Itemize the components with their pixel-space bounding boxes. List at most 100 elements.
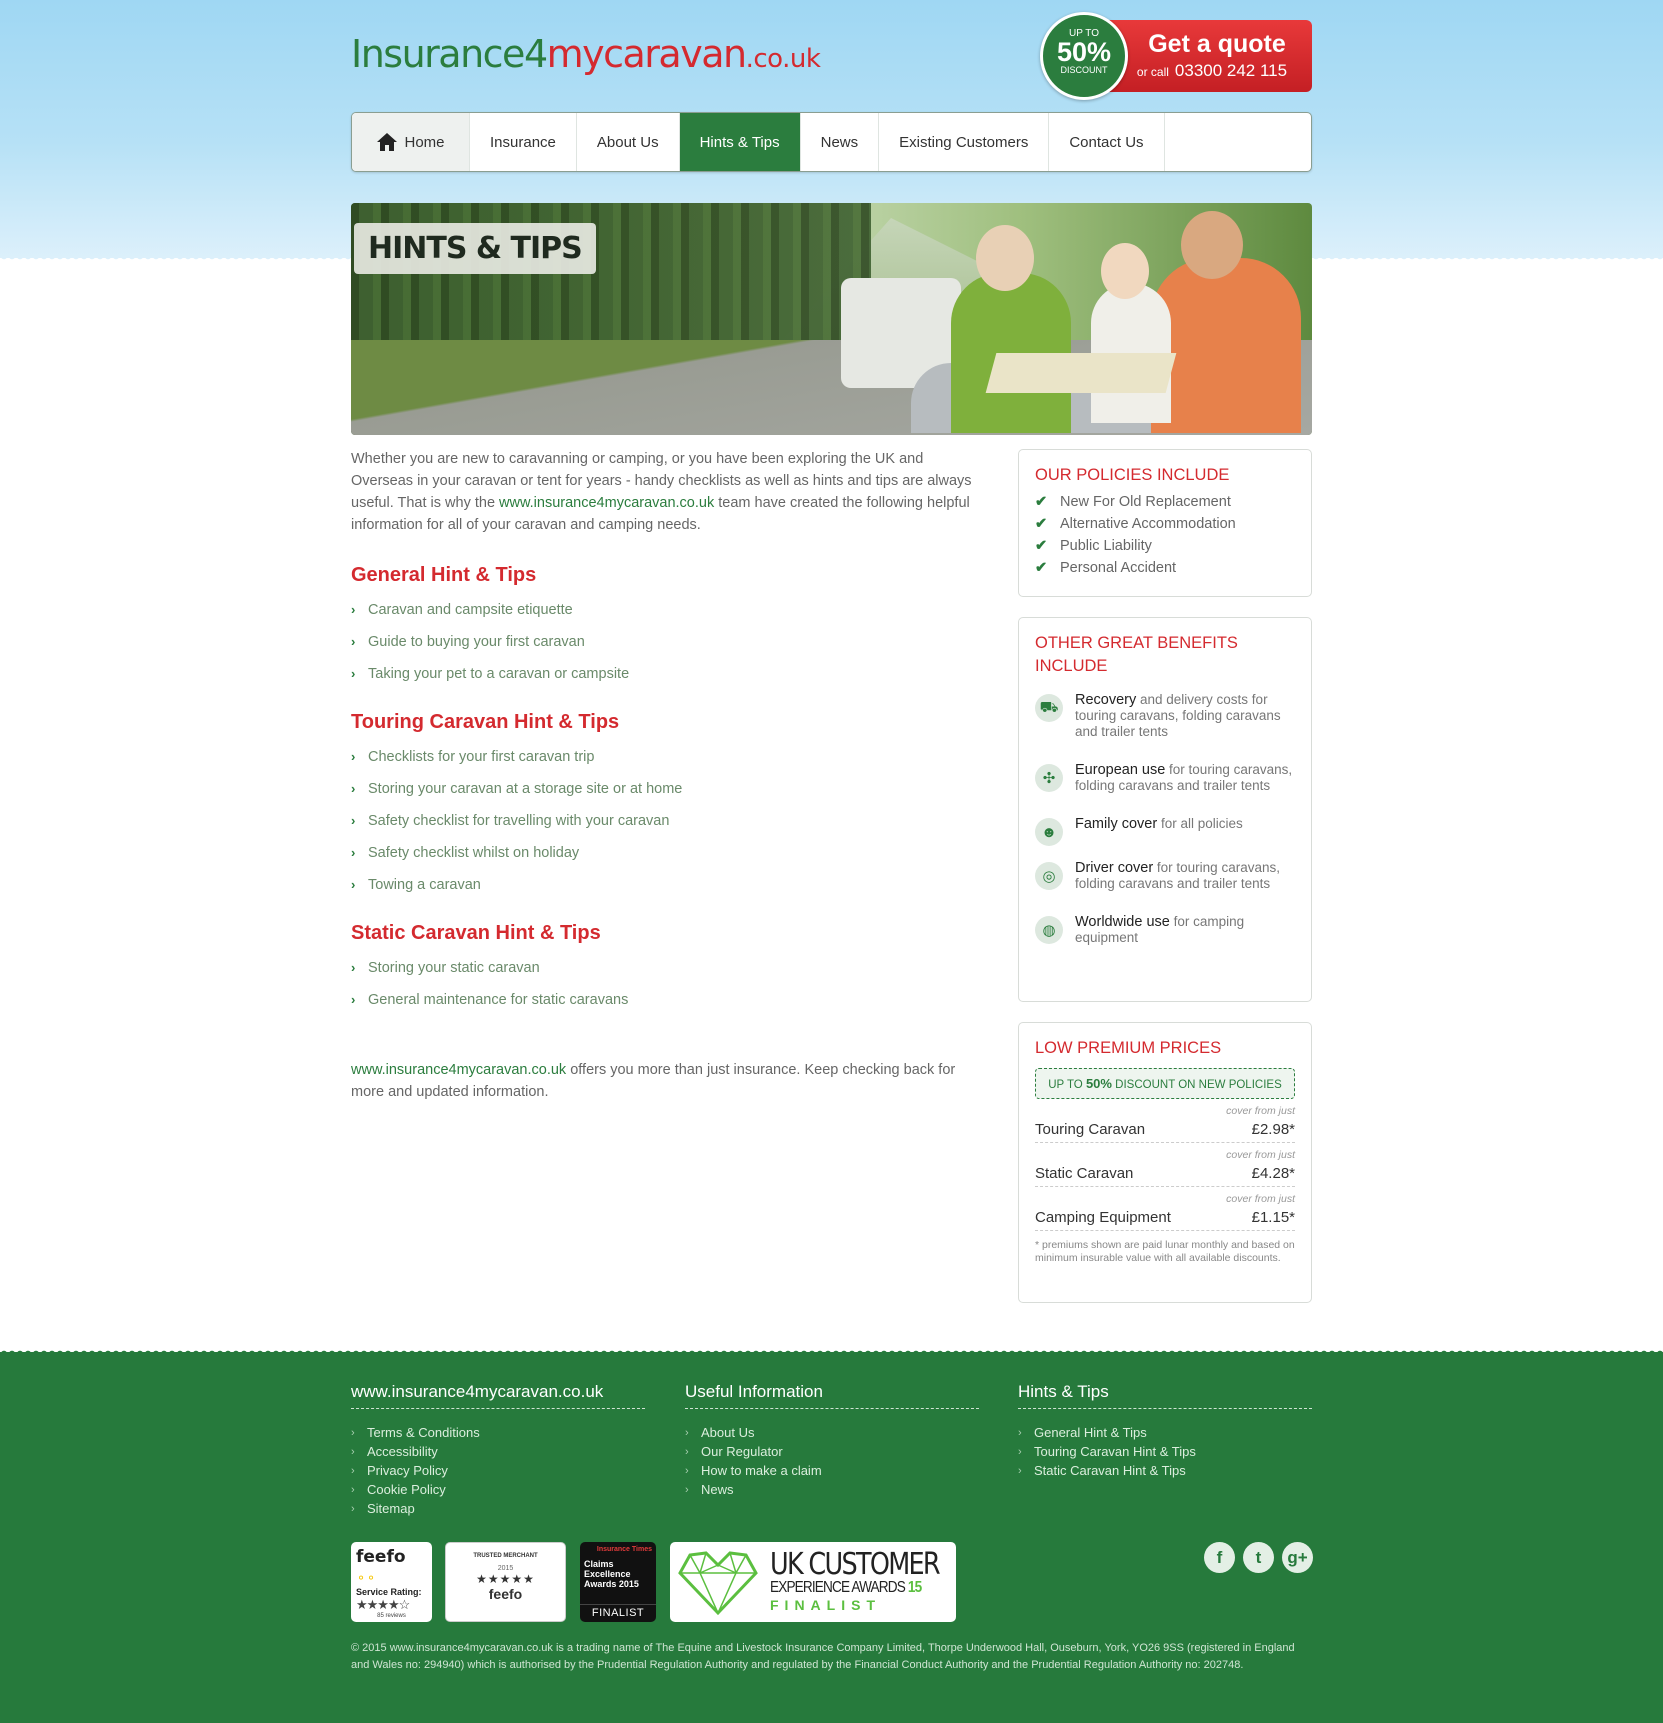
tip-label: Caravan and campsite etiquette — [368, 602, 573, 618]
tip-link[interactable]: › Storing your static caravan — [351, 959, 981, 991]
footer-link[interactable]: › Static Caravan Hint & Tips — [1018, 1461, 1312, 1480]
chevron-right-icon: › — [351, 1445, 355, 1458]
discount-badge: UP TO 50% DISCOUNT — [1040, 12, 1128, 100]
google-plus-icon[interactable]: g+ — [1282, 1542, 1313, 1573]
chevron-right-icon: › — [351, 602, 356, 617]
footer-col-site: www.insurance4mycaravan.co.uk › Terms & C… — [351, 1382, 645, 1518]
footer-link[interactable]: › Terms & Conditions — [351, 1423, 645, 1442]
footer-link[interactable]: › News — [685, 1480, 979, 1499]
chevron-right-icon: › — [1018, 1445, 1022, 1458]
nav-item-about-us[interactable]: About Us — [577, 113, 680, 171]
facebook-icon[interactable]: f — [1204, 1542, 1235, 1573]
benefit-item: ⛟ Recovery and delivery costs for tourin… — [1035, 692, 1295, 740]
hero-banner: HINTS & TIPS — [351, 203, 1312, 435]
tip-link[interactable]: › Safety checklist for travelling with yo… — [351, 812, 981, 844]
intro-site-link[interactable]: www.insurance4mycaravan.co.uk — [499, 495, 714, 511]
nav-label: Insurance — [490, 133, 556, 151]
footer-link[interactable]: › How to make a claim — [685, 1461, 979, 1480]
check-icon: ✔ — [1035, 538, 1048, 554]
family-icon: ☻ — [1035, 818, 1063, 846]
benefit-text: Worldwide use for camping equipment — [1075, 914, 1295, 946]
footer-link[interactable]: › About Us — [685, 1423, 979, 1442]
footer-link[interactable]: › Touring Caravan Hint & Tips — [1018, 1442, 1312, 1461]
tip-link[interactable]: › Taking your pet to a caravan or campsit… — [351, 665, 981, 697]
footer-links: › About Us › Our Regulator › How to make a … — [685, 1423, 979, 1499]
benefit-heading: Worldwide use — [1075, 914, 1170, 930]
feefo-trusted-merchant-badge[interactable]: TRUSTED MERCHANT 2015 ★★★★★ feefo — [445, 1542, 566, 1622]
uk-customer-experience-badge[interactable]: UK CUSTOMER EXPERIENCE AWARDS 15 FINALIS… — [670, 1542, 956, 1622]
discount-value: 50% — [1056, 37, 1112, 67]
nav-item-insurance[interactable]: Insurance — [470, 113, 577, 171]
price-row: cover from just Camping Equipment £1.15* — [1035, 1187, 1295, 1231]
tips-list-static: › Storing your static caravan › General ma… — [351, 959, 981, 1023]
tip-link[interactable]: › Storing your caravan at a storage site … — [351, 780, 981, 812]
outro-site-link[interactable]: www.insurance4mycaravan.co.uk — [351, 1062, 566, 1078]
ukcx-finalist: FINALIST — [770, 1597, 881, 1613]
footer-link[interactable]: › Our Regulator — [685, 1442, 979, 1461]
footer-link-label: Cookie Policy — [367, 1482, 446, 1497]
intro-paragraph: Whether you are new to caravanning or ca… — [351, 448, 981, 536]
benefit-text: Family cover for all policies — [1075, 816, 1243, 846]
footer-link[interactable]: › Sitemap — [351, 1499, 645, 1518]
benefits-box: OTHER GREAT BENEFITS INCLUDE ⛟ Recovery … — [1018, 617, 1312, 1002]
nav-label: Contact Us — [1069, 133, 1144, 151]
tip-link[interactable]: › Checklists for your first caravan trip — [351, 748, 981, 780]
tip-label: Storing your caravan at a storage site o… — [368, 781, 683, 797]
ukcx-text: UK CUSTOMER EXPERIENCE AWARDS 15 FINALIS… — [770, 1550, 969, 1614]
footer-link-label: Sitemap — [367, 1501, 415, 1516]
get-a-quote-widget[interactable]: UP TO 50% DISCOUNT Get a quote or call 03… — [1040, 12, 1312, 100]
benefit-text: Recovery and delivery costs for touring … — [1075, 692, 1295, 740]
policies-list: ✔ New For Old Replacement ✔ Alternative Ac… — [1035, 491, 1295, 579]
chevron-right-icon: › — [351, 666, 356, 681]
chevron-right-icon: › — [351, 749, 356, 764]
tip-link[interactable]: › Caravan and campsite etiquette — [351, 601, 981, 633]
discount-bottom: DISCOUNT — [1060, 65, 1108, 75]
check-icon: ✔ — [1035, 494, 1048, 510]
nav-item-hints-tips[interactable]: Hints & Tips — [679, 113, 801, 171]
site-logo[interactable]: Insurance4mycaravan.co.uk — [351, 32, 821, 76]
tip-link[interactable]: › Safety checklist whilst on holiday — [351, 844, 981, 876]
main-content: Whether you are new to caravanning or ca… — [351, 448, 981, 1103]
benefit-item: ✣ European use for touring caravans, fol… — [1035, 762, 1295, 794]
price-from-label: cover from just — [1226, 1105, 1295, 1117]
footer-link[interactable]: › Accessibility — [351, 1442, 645, 1461]
nav-item-news[interactable]: News — [801, 113, 880, 171]
chevron-right-icon: › — [1018, 1464, 1022, 1477]
price-value: £4.28* — [1251, 1165, 1295, 1182]
nav-item-home[interactable]: Home — [352, 113, 470, 171]
nav-item-contact-us[interactable]: Contact Us — [1049, 113, 1165, 171]
policies-title: OUR POLICIES INCLUDE — [1035, 466, 1230, 484]
chevron-right-icon: › — [351, 1426, 355, 1439]
benefit-item: ☻ Family cover for all policies — [1035, 816, 1295, 846]
check-icon: ✔ — [1035, 560, 1048, 576]
price-footnote: * premiums shown are paid lunar monthly … — [1035, 1239, 1295, 1264]
price-name: Camping Equipment — [1035, 1209, 1171, 1226]
tip-link[interactable]: › Towing a caravan — [351, 876, 981, 908]
feefo-rating-badge[interactable]: feefo ⚬⚬ Service Rating: ★★★★☆ 85 review… — [351, 1542, 432, 1622]
prices-box: LOW PREMIUM PRICES UP TO 50% DISCOUNT ON… — [1018, 1022, 1312, 1303]
benefit-heading: European use — [1075, 762, 1166, 778]
nav-item-existing-customers[interactable]: Existing Customers — [879, 113, 1050, 171]
phone-number[interactable]: 03300 242 115 — [1175, 61, 1287, 80]
policy-label: New For Old Replacement — [1060, 494, 1231, 510]
tip-link[interactable]: › General maintenance for static caravans — [351, 991, 981, 1023]
tip-link[interactable]: › Guide to buying your first caravan — [351, 633, 981, 665]
policy-item: ✔ New For Old Replacement — [1035, 491, 1295, 513]
call-prefix: or call — [1136, 65, 1169, 79]
claims-award-title: Claims Excellence Awards 2015 — [584, 1559, 639, 1589]
chevron-right-icon: › — [351, 1502, 355, 1515]
promo-prefix: UP TO — [1048, 1079, 1086, 1091]
footer-link[interactable]: › General Hint & Tips — [1018, 1423, 1312, 1442]
chevron-right-icon: › — [351, 992, 356, 1007]
chevron-right-icon: › — [1018, 1426, 1022, 1439]
trusted-merchant-label: TRUSTED MERCHANT — [473, 1553, 538, 1559]
claims-excellence-badge[interactable]: Insurance Times Claims Excellence Awards… — [580, 1542, 656, 1622]
legal-notice: © 2015 www.insurance4mycaravan.co.uk is … — [351, 1642, 1295, 1671]
footer-link[interactable]: › Cookie Policy — [351, 1480, 645, 1499]
ukcx-line2: EXPERIENCE AWARDS 15 — [770, 1579, 939, 1597]
twitter-icon[interactable]: t — [1243, 1542, 1274, 1573]
policy-label: Public Liability — [1060, 538, 1152, 554]
footer-link[interactable]: › Privacy Policy — [351, 1461, 645, 1480]
get-quote-button[interactable]: Get a quote or call 03300 242 115 — [1102, 20, 1312, 92]
globe-icon: ◍ — [1035, 916, 1063, 944]
